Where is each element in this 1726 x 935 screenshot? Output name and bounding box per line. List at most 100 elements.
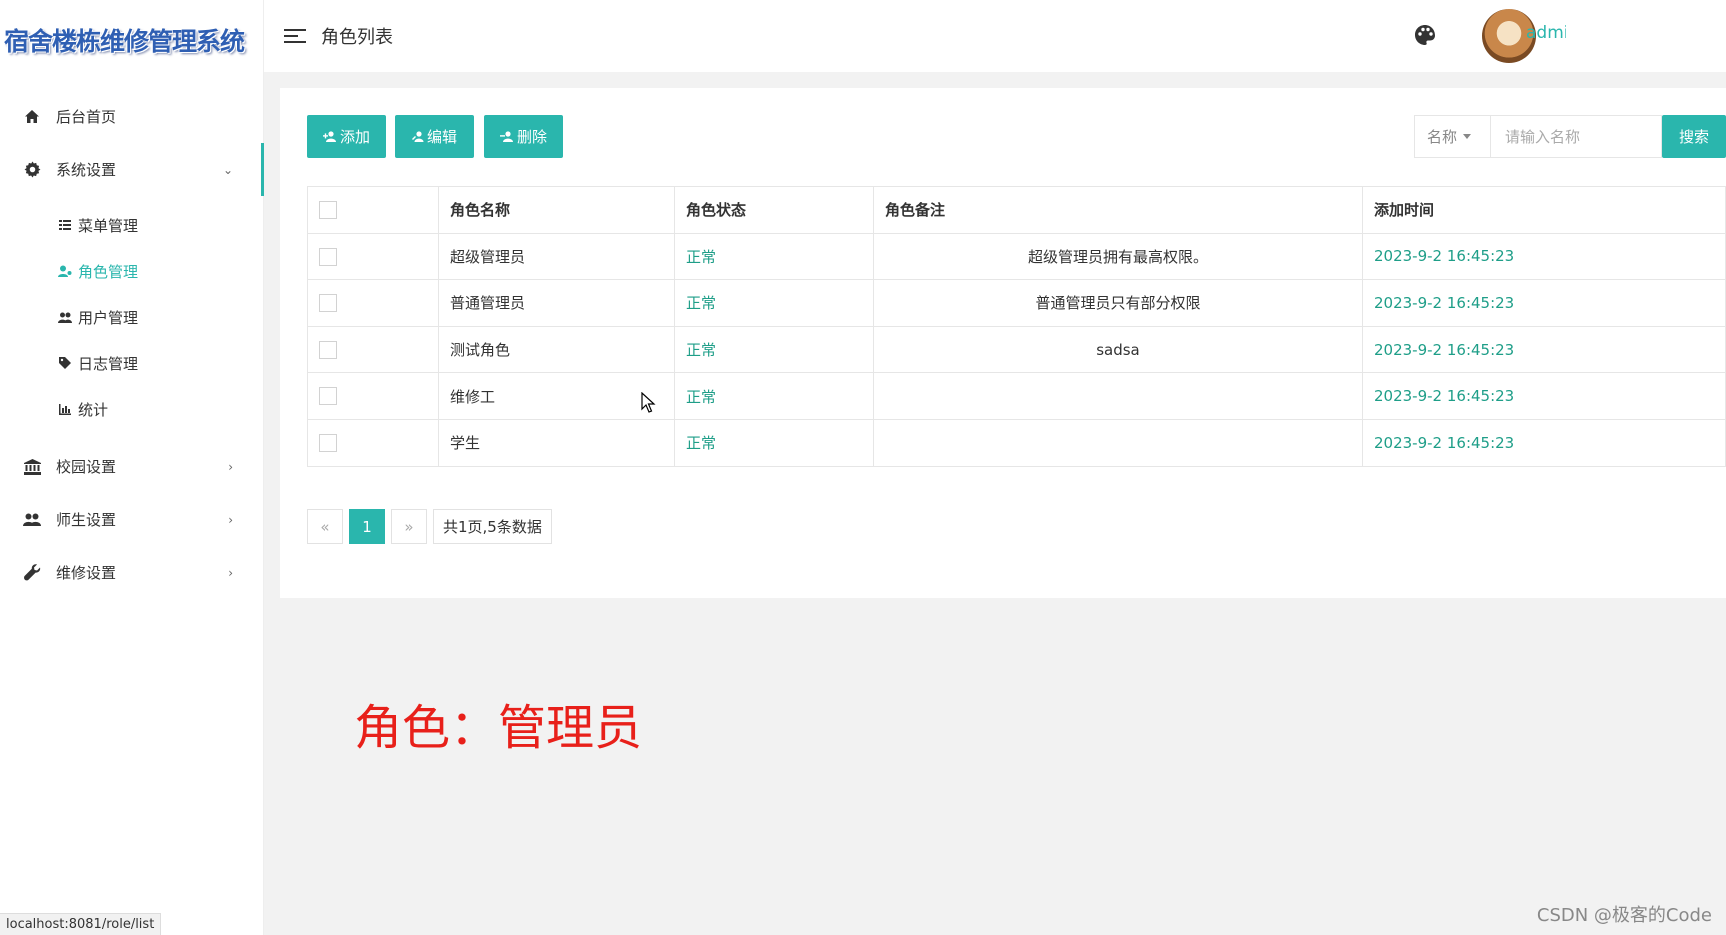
row-checkbox-cell [307, 372, 439, 420]
cell-status: 正常 [674, 372, 874, 420]
cell-status: 正常 [674, 279, 874, 327]
select-all-checkbox[interactable] [319, 201, 337, 220]
search-group: 名称 搜索 [1414, 115, 1726, 158]
cell-status: 正常 [674, 325, 874, 374]
cell-note [873, 418, 1363, 467]
sidebar-item-log-management[interactable]: 日志管理 [0, 340, 263, 386]
cell-status: 正常 [674, 232, 874, 281]
username[interactable]: admin [1526, 23, 1566, 43]
sidebar-item-teacher-student-settings[interactable]: 师生设置 › [0, 493, 263, 546]
select-all-cell [307, 186, 439, 234]
edit-button-label: 编辑 [426, 128, 457, 146]
page-button-current[interactable]: 1 [349, 509, 385, 544]
sidebar-nav: 后台首页 系统设置 ⌄ 菜单管理 角色管理 用户管理 日志管理 统计 校园设置 … [0, 80, 264, 599]
pagination: « 1 » 共1页,5条数据 [307, 509, 558, 544]
table-row[interactable]: 维修工 正常 2023-9-2 16:45:23 [307, 372, 1726, 420]
app-logo[interactable]: 宿舍楼栋维修管理系统 [0, 0, 263, 80]
role-list-panel: 添加 编辑 删除 名称 搜索 角色名称 角色状态 角色备注 添加时间 [280, 88, 1726, 598]
user-add-icon [322, 131, 336, 142]
search-input[interactable] [1490, 115, 1662, 158]
chevron-right-icon: › [228, 459, 233, 474]
users-icon [58, 310, 72, 324]
sidebar-item-user-management[interactable]: 用户管理 [0, 294, 263, 340]
table-header-row: 角色名称 角色状态 角色备注 添加时间 [307, 186, 1726, 234]
overlay-annotation: 角色：管理员 [354, 700, 643, 756]
sidebar-item-label: 校园设置 [56, 458, 117, 476]
top-header: 角色列表 admin [264, 0, 1726, 72]
cell-time: 2023-9-2 16:45:23 [1362, 232, 1726, 281]
sidebar-item-role-management[interactable]: 角色管理 [0, 248, 263, 294]
user-edit-icon [411, 131, 424, 142]
sidebar: 宿舍楼栋维修管理系统 后台首页 系统设置 ⌄ 菜单管理 角色管理 用户管理 日志… [0, 0, 264, 935]
cell-status: 正常 [674, 418, 874, 467]
cell-time: 2023-9-2 16:45:23 [1362, 372, 1726, 420]
chevron-down-icon: ⌄ [222, 162, 233, 177]
role-table: 角色名称 角色状态 角色备注 添加时间 超级管理员 正常 超级管理员拥有最高权限… [307, 186, 1726, 467]
column-header-name[interactable]: 角色名称 [438, 186, 675, 234]
row-checkbox[interactable] [319, 247, 337, 266]
row-checkbox[interactable] [319, 340, 337, 359]
edit-button[interactable]: 编辑 [395, 115, 474, 158]
sidebar-item-label: 用户管理 [78, 308, 139, 327]
column-header-note[interactable]: 角色备注 [873, 186, 1363, 234]
delete-button-label: 删除 [516, 128, 547, 146]
table-row[interactable]: 普通管理员 正常 普通管理员只有部分权限 2023-9-2 16:45:23 [307, 279, 1726, 327]
cell-note: 超级管理员拥有最高权限。 [873, 232, 1363, 281]
row-checkbox[interactable] [319, 434, 337, 453]
group-icon [22, 510, 42, 530]
next-page-button[interactable]: » [391, 509, 427, 544]
table-row[interactable]: 超级管理员 正常 超级管理员拥有最高权限。 2023-9-2 16:45:23 [307, 232, 1726, 281]
row-checkbox-cell [307, 418, 439, 467]
caret-down-icon [1463, 134, 1472, 139]
cell-time: 2023-9-2 16:45:23 [1362, 325, 1726, 374]
sidebar-item-campus-settings[interactable]: 校园设置 › [0, 440, 263, 493]
row-checkbox-cell [307, 232, 439, 281]
sidebar-item-label: 日志管理 [78, 354, 139, 373]
sidebar-item-label: 角色管理 [78, 262, 139, 281]
sidebar-item-statistics[interactable]: 统计 [0, 386, 263, 432]
bank-icon [22, 457, 42, 477]
sidebar-item-label: 师生设置 [56, 511, 117, 529]
sidebar-item-label: 后台首页 [56, 108, 117, 126]
mouse-cursor-icon [641, 392, 656, 413]
table-row[interactable]: 测试角色 正常 sadsa 2023-9-2 16:45:23 [307, 325, 1726, 374]
sidebar-item-label: 系统设置 [56, 161, 117, 179]
status-url: localhost:8081/role/list [0, 913, 162, 935]
row-checkbox[interactable] [319, 294, 337, 313]
sidebar-item-home[interactable]: 后台首页 [0, 90, 263, 143]
watermark: CSDN @极客的Code [1536, 905, 1712, 926]
column-header-status[interactable]: 角色状态 [674, 186, 874, 234]
add-button-label: 添加 [339, 128, 370, 146]
tag-icon [58, 356, 72, 370]
user-remove-icon [499, 131, 513, 142]
cell-time: 2023-9-2 16:45:23 [1362, 279, 1726, 327]
sidebar-item-repair-settings[interactable]: 维修设置 › [0, 546, 263, 599]
delete-button[interactable]: 删除 [484, 115, 563, 158]
page-title: 角色列表 [321, 27, 393, 48]
sidebar-item-label: 菜单管理 [78, 216, 139, 235]
cell-note: 普通管理员只有部分权限 [873, 279, 1363, 327]
menu-toggle-icon[interactable] [284, 25, 306, 47]
palette-icon[interactable] [1414, 24, 1436, 46]
search-button[interactable]: 搜索 [1662, 115, 1726, 158]
pagination-info: 共1页,5条数据 [433, 509, 552, 544]
sidebar-item-label: 维修设置 [56, 564, 117, 582]
list-icon [58, 218, 72, 232]
prev-page-button[interactable]: « [307, 509, 343, 544]
row-checkbox[interactable] [319, 387, 337, 406]
search-field-label: 名称 [1427, 128, 1458, 146]
bar-chart-icon [58, 402, 72, 416]
sidebar-item-menu-management[interactable]: 菜单管理 [0, 202, 263, 248]
table-row[interactable]: 学生 正常 2023-9-2 16:45:23 [307, 418, 1726, 467]
cell-name: 测试角色 [438, 325, 675, 374]
sidebar-item-label: 统计 [78, 400, 109, 419]
user-role-icon [58, 264, 72, 278]
add-button[interactable]: 添加 [307, 115, 386, 158]
sidebar-item-system-settings[interactable]: 系统设置 ⌄ [0, 143, 264, 196]
cell-time: 2023-9-2 16:45:23 [1362, 418, 1726, 467]
cell-name: 超级管理员 [438, 232, 675, 281]
column-header-time[interactable]: 添加时间 [1362, 186, 1726, 234]
row-checkbox-cell [307, 279, 439, 327]
search-field-select[interactable]: 名称 [1414, 115, 1490, 158]
cell-name: 普通管理员 [438, 279, 675, 327]
